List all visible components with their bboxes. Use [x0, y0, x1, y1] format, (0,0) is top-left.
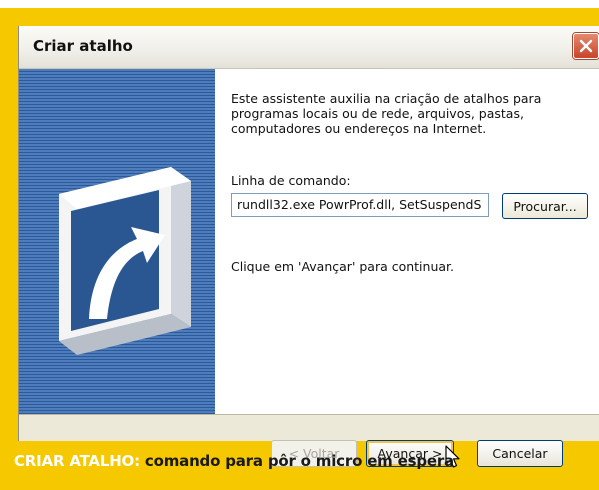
- close-button[interactable]: [573, 33, 599, 59]
- continue-hint: Clique em 'Avançar' para continuar.: [231, 259, 455, 274]
- window-title: Criar atalho: [33, 37, 133, 55]
- command-line-input[interactable]: rundll32.exe PowrProf.dll, SetSuspendS: [231, 193, 489, 217]
- dialog-window: Criar atalho Este assistente auxilia na …: [18, 26, 599, 468]
- intro-text: Este assistente auxilia na criação de at…: [231, 91, 542, 136]
- title-bar: Criar atalho: [19, 26, 599, 69]
- shortcut-arrow-icon: [59, 167, 191, 355]
- caption-keyword: CRIAR ATALHO:: [14, 452, 140, 470]
- command-line-label: Linha de comando:: [231, 173, 351, 188]
- button-bar: < Voltar Avançar > Cancelar: [19, 414, 599, 468]
- wizard-sidebar: [19, 69, 215, 414]
- caption-text: comando para pôr o micro em espera: [139, 452, 454, 470]
- figure-caption: CRIAR ATALHO: comando para pôr o micro e…: [14, 452, 594, 470]
- browse-button[interactable]: Procurar...: [502, 193, 588, 219]
- close-icon: [579, 39, 593, 53]
- wizard-content: Este assistente auxilia na criação de at…: [215, 69, 599, 414]
